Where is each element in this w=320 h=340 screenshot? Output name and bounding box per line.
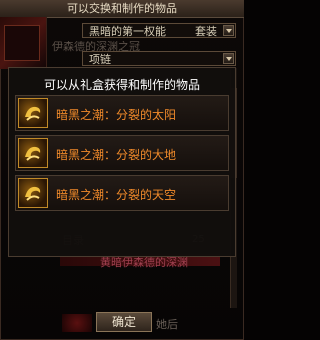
- item-preview-emblem: [0, 17, 47, 69]
- confirm-button[interactable]: 确定: [96, 312, 152, 332]
- window-title: 可以交换和制作的物品: [0, 0, 244, 18]
- obtainable-items-popup: 可以从礼盒获得和制作的物品 暗黑之潮：分裂的太阳 暗黑之潮：分裂的大地 暗黑之潮…: [8, 67, 236, 257]
- item-name: 暗黑之潮：分裂的大地: [56, 148, 177, 162]
- list-item[interactable]: 暗黑之潮：分裂的太阳: [15, 95, 229, 131]
- background-bottom-text: 她后: [156, 318, 178, 331]
- set-filter-dropdown[interactable]: 黑暗的第一权能 套装: [82, 23, 236, 38]
- gold-emblem-icon: [18, 138, 48, 168]
- gold-emblem-icon: [18, 178, 48, 208]
- chevron-down-icon[interactable]: [223, 25, 234, 36]
- item-name: 暗黑之潮：分裂的太阳: [56, 108, 177, 122]
- item-name: 暗黑之潮：分裂的天空: [56, 188, 177, 202]
- slot-filter-dropdown[interactable]: 项链: [82, 51, 236, 66]
- set-filter-value: 黑暗的第一权能: [89, 25, 166, 38]
- list-item[interactable]: 暗黑之潮：分裂的大地: [15, 135, 229, 171]
- popup-title: 可以从礼盒获得和制作的物品: [43, 78, 200, 92]
- gold-emblem-icon: [18, 98, 48, 128]
- list-item[interactable]: 暗黑之潮：分裂的天空: [15, 175, 229, 211]
- set-filter-kind: 套装: [195, 25, 217, 38]
- background-emblem: [62, 314, 92, 332]
- slot-filter-value: 项链: [89, 53, 111, 66]
- chevron-down-icon[interactable]: [223, 53, 234, 64]
